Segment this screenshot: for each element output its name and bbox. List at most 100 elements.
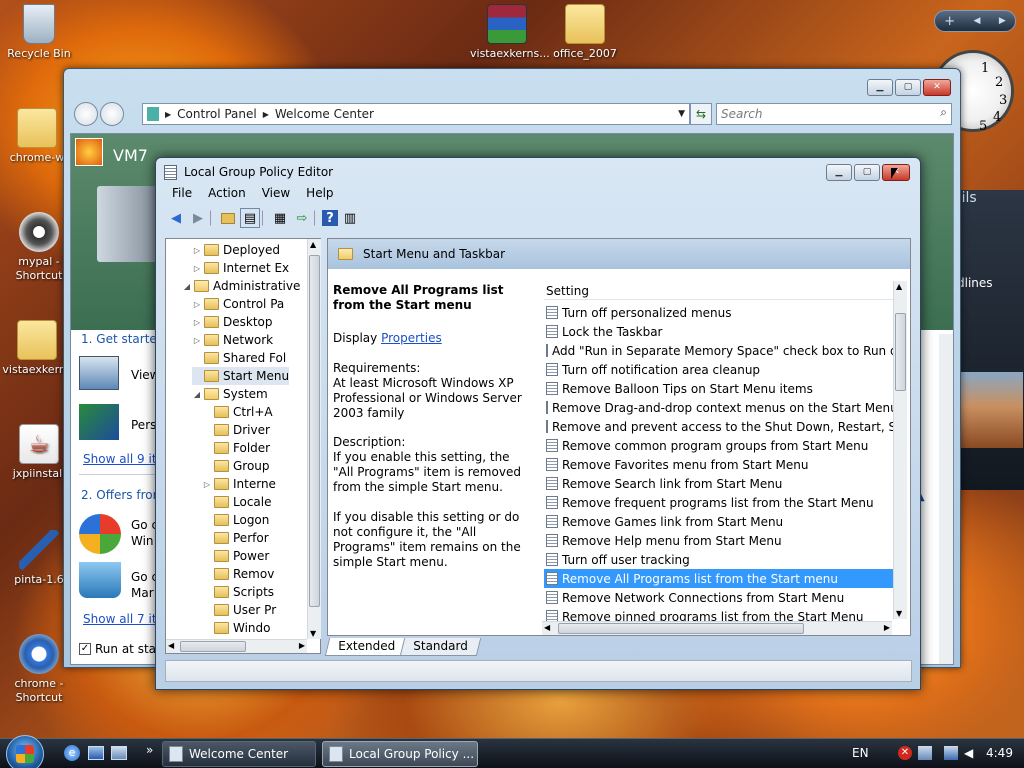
group-policy-editor-window[interactable]: Local Group Policy Editor ▁ ▢ ✕ File Act… <box>155 157 921 690</box>
properties-icon[interactable]: ▦ <box>270 208 290 228</box>
setting-column-header[interactable]: Setting <box>544 281 894 300</box>
scroll-left-icon[interactable]: ◀ <box>544 623 550 632</box>
offer2-line1[interactable]: Go c <box>131 570 158 584</box>
setting-row[interactable]: Remove All Programs list from the Start … <box>544 569 894 588</box>
tree-item[interactable]: Folder <box>202 439 270 457</box>
scroll-up-icon[interactable]: ▲ <box>896 282 902 291</box>
security-alert-icon[interactable]: ✕ <box>898 746 912 760</box>
tab-standard[interactable]: Standard <box>399 638 481 656</box>
back-button[interactable] <box>74 102 98 126</box>
collapsed-arrow-icon[interactable]: ▷ <box>202 480 212 489</box>
setting-row[interactable]: Turn off user tracking <box>544 550 894 569</box>
menu-file[interactable]: File <box>164 184 200 204</box>
desktop-icon-office[interactable]: office_2007 <box>548 4 622 61</box>
scroll-thumb[interactable] <box>180 641 246 652</box>
tree-item[interactable]: Group <box>202 457 270 475</box>
show-all-7-link[interactable]: Show all 7 ite <box>83 612 164 626</box>
scroll-thumb[interactable] <box>558 623 804 634</box>
maximize-button[interactable]: ▢ <box>895 79 921 96</box>
offer1-line1[interactable]: Go c <box>131 518 158 532</box>
filter-icon[interactable]: ▥ <box>340 208 360 228</box>
desktop-icon-winrar[interactable]: vistaexkerns... <box>470 4 550 61</box>
tab-extended[interactable]: Extended <box>324 638 409 656</box>
refresh-button[interactable]: ⇆ <box>690 103 712 125</box>
offer2-line2[interactable]: Mar <box>131 586 154 600</box>
quick-launch-more[interactable]: » <box>146 743 153 757</box>
network-icon[interactable] <box>918 746 932 760</box>
tree-pane[interactable]: ▷ Deployed ▷ Internet Ex ◢ Administrative ▷ Con… <box>165 238 321 654</box>
expanded-arrow-icon[interactable]: ◢ <box>192 390 202 399</box>
scroll-right-icon[interactable]: ▶ <box>884 623 890 632</box>
close-button[interactable]: ✕ <box>923 79 951 96</box>
forward-arrow-icon[interactable]: ▶ <box>188 208 208 228</box>
scroll-up-icon[interactable]: ▲ <box>310 240 316 249</box>
tree-item[interactable]: ▷ Desktop <box>192 313 273 331</box>
show-all-9-link[interactable]: Show all 9 ite <box>83 452 164 466</box>
tree-item[interactable]: Power <box>202 547 269 565</box>
setting-row[interactable]: Lock the Taskbar <box>544 322 894 341</box>
desktop-icon-recycle-bin[interactable]: Recycle Bin <box>2 4 76 61</box>
tree-item[interactable]: Perfor <box>202 529 269 547</box>
menu-view[interactable]: View <box>254 184 298 204</box>
export-list-icon[interactable]: ⇨ <box>292 208 312 228</box>
expanded-arrow-icon[interactable]: ◢ <box>182 282 192 291</box>
task-group-policy[interactable]: Local Group Policy ... <box>322 741 478 767</box>
setting-row[interactable]: Remove and prevent access to the Shut Do… <box>544 417 894 436</box>
setting-row[interactable]: Remove Favorites menu from Start Menu <box>544 455 894 474</box>
setting-row[interactable]: Remove Search link from Start Menu <box>544 474 894 493</box>
tree-item[interactable]: Shared Fol <box>192 349 286 367</box>
setting-row[interactable]: Turn off personalized menus <box>544 303 894 322</box>
tree-item[interactable]: Logon <box>202 511 269 529</box>
scroll-left-icon[interactable]: ◀ <box>168 641 174 650</box>
setting-row[interactable]: Remove Help menu from Start Menu <box>544 531 894 550</box>
setting-row[interactable]: Remove Balloon Tips on Start Menu items <box>544 379 894 398</box>
search-input[interactable]: Search ⌕ <box>716 103 952 125</box>
checkbox-checked-icon[interactable]: ✓ <box>79 643 91 655</box>
tree-item[interactable]: Remov <box>202 565 274 583</box>
clock-time[interactable]: 4:49 <box>986 746 1013 760</box>
collapsed-arrow-icon[interactable]: ▷ <box>192 246 202 255</box>
forward-button[interactable] <box>100 102 124 126</box>
search-icon[interactable]: ⌕ <box>940 105 947 120</box>
list-vertical-scrollbar[interactable]: ▲ ▼ <box>893 281 907 619</box>
tree-item[interactable]: ▷ Network <box>192 331 273 349</box>
tree-item[interactable]: ◢ System <box>192 385 268 403</box>
ie-icon[interactable]: e <box>64 745 80 761</box>
tree-vertical-scrollbar[interactable]: ▲ ▼ <box>307 239 321 639</box>
personalize-item[interactable]: Pers <box>131 418 156 432</box>
tree-horizontal-scrollbar[interactable]: ◀ ▶ <box>166 639 307 653</box>
offer1-line2[interactable]: Win <box>131 534 154 548</box>
start-button[interactable] <box>6 735 44 768</box>
list-horizontal-scrollbar[interactable]: ◀ ▶ <box>542 621 892 635</box>
minimize-button[interactable]: ▁ <box>826 164 852 181</box>
task-welcome-center[interactable]: Welcome Center <box>162 741 316 767</box>
tree-item[interactable]: Locale <box>202 493 271 511</box>
scroll-thumb[interactable] <box>309 255 320 607</box>
gadget-toolbar[interactable]: + ◀ ▶ <box>934 10 1016 32</box>
breadcrumb-welcome-center[interactable]: Welcome Center <box>275 107 374 121</box>
tree-item[interactable]: User Pr <box>202 601 276 619</box>
help-icon[interactable]: ? <box>322 210 338 226</box>
collapsed-arrow-icon[interactable]: ▷ <box>192 318 202 327</box>
collapsed-arrow-icon[interactable]: ▷ <box>192 336 202 345</box>
collapsed-arrow-icon[interactable]: ▷ <box>192 300 202 309</box>
monitor-icon[interactable] <box>944 746 958 760</box>
setting-row[interactable]: Remove common program groups from Start … <box>544 436 894 455</box>
up-folder-icon[interactable] <box>218 208 238 228</box>
volume-icon[interactable]: ◀ <box>964 746 973 760</box>
tree-item[interactable]: Windo <box>202 619 271 637</box>
menu-help[interactable]: Help <box>298 184 341 204</box>
tree-item[interactable]: Driver <box>202 421 270 439</box>
add-gadget-icon[interactable]: + <box>944 14 955 29</box>
show-hide-tree-icon[interactable]: ▤ <box>240 208 260 228</box>
minimize-button[interactable]: ▁ <box>867 79 893 96</box>
welcome-scrollbar[interactable] <box>939 334 953 664</box>
show-desktop-icon[interactable] <box>88 746 104 760</box>
menu-action[interactable]: Action <box>200 184 254 204</box>
tree-item[interactable]: Scripts <box>202 583 274 601</box>
setting-row[interactable]: Remove frequent programs list from the S… <box>544 493 894 512</box>
prev-icon[interactable]: ◀ <box>974 16 981 26</box>
scroll-down-icon[interactable]: ▼ <box>896 609 902 618</box>
scroll-thumb[interactable] <box>895 313 906 391</box>
collapsed-arrow-icon[interactable]: ▷ <box>192 264 202 273</box>
